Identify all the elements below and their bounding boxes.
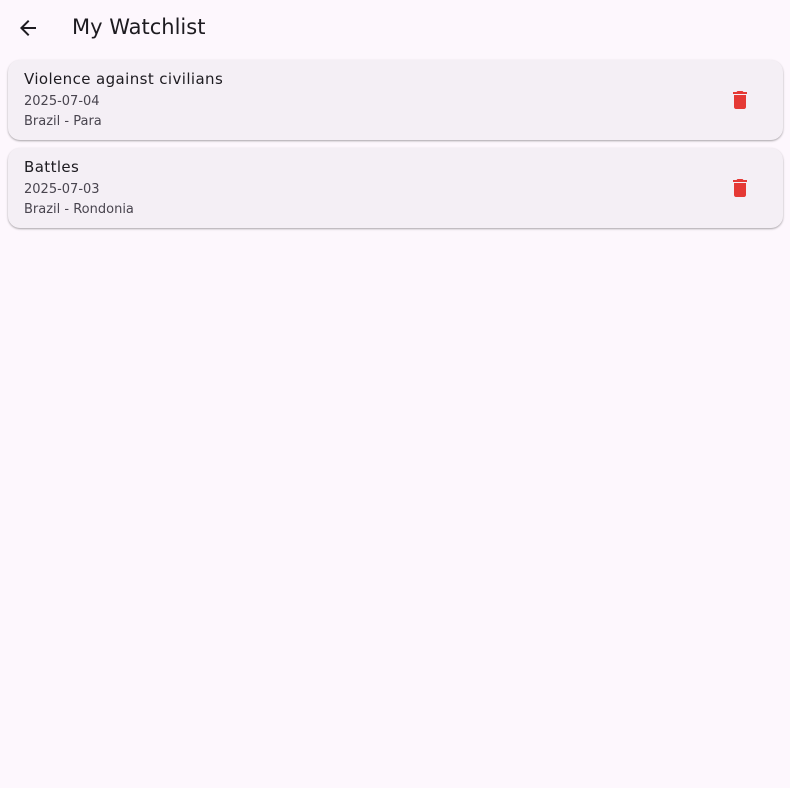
item-title: Violence against civilians xyxy=(24,70,224,88)
arrow-back-icon xyxy=(16,16,40,40)
item-location: Brazil - Para xyxy=(24,114,102,129)
back-button[interactable] xyxy=(8,8,48,48)
page-title: My Watchlist xyxy=(72,15,206,39)
item-date: 2025-07-03 xyxy=(24,182,100,197)
delete-button[interactable] xyxy=(720,80,760,120)
delete-button[interactable] xyxy=(720,168,760,208)
item-title: Battles xyxy=(24,158,80,176)
watchlist-item[interactable]: Battles 2025-07-03 Brazil - Rondonia xyxy=(8,148,783,228)
watchlist-item[interactable]: Violence against civilians 2025-07-04 Br… xyxy=(8,60,783,140)
watchlist: Violence against civilians 2025-07-04 Br… xyxy=(8,60,783,236)
item-location: Brazil - Rondonia xyxy=(24,202,134,217)
item-date: 2025-07-04 xyxy=(24,94,100,109)
delete-icon xyxy=(728,88,752,112)
delete-icon xyxy=(728,176,752,200)
app-bar: My Watchlist xyxy=(0,0,790,56)
